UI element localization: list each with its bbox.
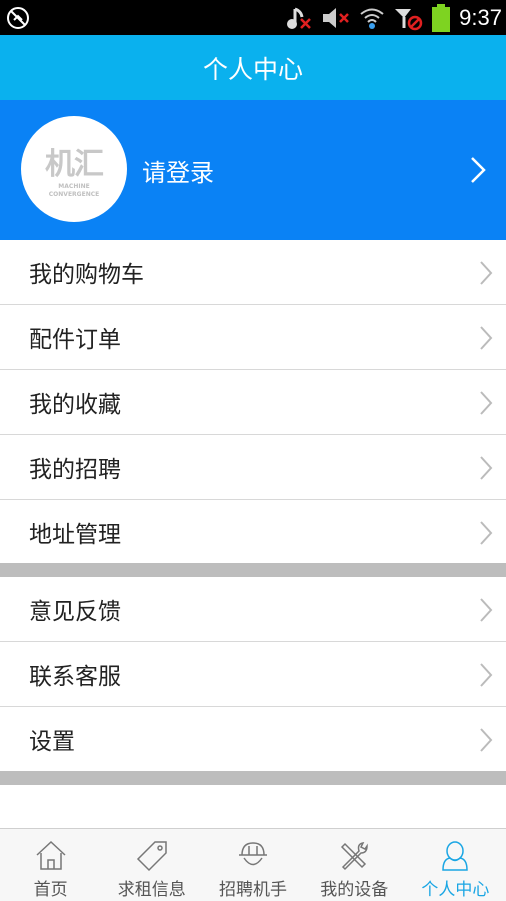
tab-rental-info[interactable]: 求租信息 bbox=[101, 829, 202, 901]
login-label[interactable]: 请登录 bbox=[142, 153, 214, 188]
menu-item-label: 意见反馈 bbox=[29, 599, 121, 625]
chevron-right-icon bbox=[480, 391, 493, 415]
tab-personal-center[interactable]: 个人中心 bbox=[405, 829, 506, 901]
tag-icon bbox=[136, 841, 167, 872]
menu-item-parts-orders[interactable]: 配件订单 bbox=[0, 305, 506, 370]
menu-item-favorites[interactable]: 我的收藏 bbox=[0, 370, 506, 435]
chevron-right-icon bbox=[480, 456, 493, 480]
signal-blocked-icon bbox=[395, 9, 423, 31]
tab-label: 首页 bbox=[33, 880, 68, 900]
no-sync-icon bbox=[7, 7, 29, 29]
menu-item-customer-service[interactable]: 联系客服 bbox=[0, 642, 506, 707]
volume-muted-icon bbox=[323, 8, 350, 28]
profile-login-banner[interactable]: 机汇 MACHINE CONVERGENCE 请登录 bbox=[0, 100, 506, 240]
tab-home[interactable]: 首页 bbox=[0, 829, 101, 901]
chevron-right-icon bbox=[480, 261, 493, 285]
avatar[interactable]: 机汇 MACHINE CONVERGENCE bbox=[21, 116, 127, 222]
chevron-right-icon bbox=[480, 521, 493, 545]
chevron-right-icon bbox=[480, 326, 493, 350]
tab-label: 个人中心 bbox=[421, 880, 490, 900]
status-time: 9:37 bbox=[459, 5, 502, 30]
chevron-right-icon bbox=[480, 728, 493, 752]
logo-subtext: CONVERGENCE bbox=[48, 191, 100, 198]
home-icon bbox=[36, 840, 66, 870]
helmet-icon bbox=[239, 842, 267, 866]
wifi-icon bbox=[360, 8, 384, 29]
menu-item-recruitment[interactable]: 我的招聘 bbox=[0, 435, 506, 500]
menu-group-2: 意见反馈 联系客服 设置 bbox=[0, 577, 506, 771]
menu-item-label: 我的收藏 bbox=[29, 392, 121, 418]
status-bar: 9:37 bbox=[0, 0, 506, 35]
chevron-right-icon bbox=[480, 598, 493, 622]
tab-label: 我的设备 bbox=[320, 880, 389, 900]
menu-item-cart[interactable]: 我的购物车 bbox=[0, 240, 506, 305]
tab-hire-operators[interactable]: 招聘机手 bbox=[202, 829, 303, 901]
menu-item-settings[interactable]: 设置 bbox=[0, 707, 506, 771]
menu-item-label: 我的购物车 bbox=[29, 262, 144, 288]
tools-icon bbox=[341, 842, 368, 871]
chevron-right-icon bbox=[480, 663, 493, 687]
menu-item-address[interactable]: 地址管理 bbox=[0, 500, 506, 564]
battery-icon bbox=[432, 4, 451, 32]
music-muted-icon bbox=[287, 7, 312, 29]
menu-item-label: 设置 bbox=[29, 729, 75, 755]
chevron-right-icon bbox=[471, 157, 486, 183]
menu-item-feedback[interactable]: 意见反馈 bbox=[0, 577, 506, 642]
section-divider bbox=[0, 563, 506, 577]
logo-subtext: MACHINE bbox=[58, 183, 90, 190]
menu-item-label: 配件订单 bbox=[29, 327, 121, 353]
title-bar: 个人中心 bbox=[0, 35, 506, 100]
logo-text: 机汇 bbox=[45, 147, 104, 182]
tab-my-equipment[interactable]: 我的设备 bbox=[304, 829, 405, 901]
menu-group-1: 我的购物车 配件订单 我的收藏 我的招聘 地址管理 bbox=[0, 240, 506, 564]
bottom-tab-bar: 首页 求租信息 招聘机手 我的设备 个人中心 bbox=[0, 828, 506, 901]
menu-item-label: 联系客服 bbox=[29, 664, 121, 690]
menu-item-label: 地址管理 bbox=[29, 522, 121, 548]
page-title: 个人中心 bbox=[202, 54, 303, 84]
user-icon bbox=[442, 841, 469, 871]
section-divider bbox=[0, 771, 506, 785]
tab-label: 招聘机手 bbox=[219, 880, 287, 900]
tab-label: 求租信息 bbox=[117, 880, 186, 900]
menu-item-label: 我的招聘 bbox=[29, 457, 121, 483]
